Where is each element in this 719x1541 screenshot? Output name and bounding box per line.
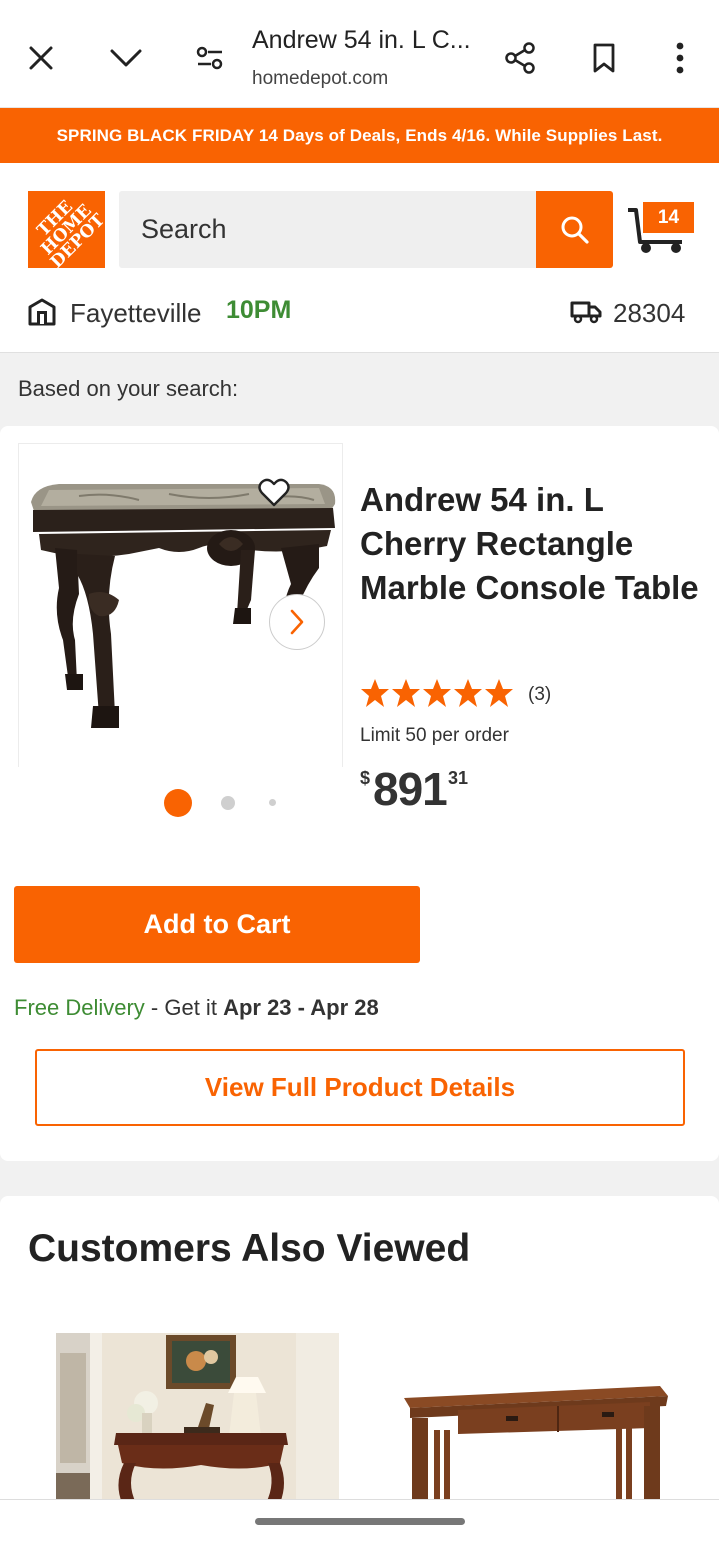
rating-stars[interactable]: [360, 678, 514, 708]
site-settings-icon[interactable]: [190, 38, 230, 78]
star-icon: [361, 679, 389, 707]
also-viewed-product-image[interactable]: [398, 1380, 670, 1503]
page-url[interactable]: homedepot.com: [252, 68, 388, 90]
price-cents: 31: [448, 768, 469, 788]
add-to-cart-button[interactable]: Add to Cart: [14, 886, 420, 963]
image-dot-active[interactable]: [164, 789, 192, 817]
product-title[interactable]: Andrew 54 in. L Cherry Rectangle Marble …: [360, 478, 700, 610]
more-icon[interactable]: [660, 38, 700, 78]
close-icon[interactable]: [21, 38, 61, 78]
order-limit: Limit 50 per order: [360, 725, 509, 746]
image-dot[interactable]: [269, 799, 276, 806]
star-icon: [485, 679, 513, 707]
delivery-truck-icon[interactable]: [570, 300, 602, 329]
chevron-right-icon: [290, 609, 304, 635]
delivery-dates: Apr 23 - Apr 28: [223, 995, 379, 1020]
favorite-heart-icon[interactable]: [258, 478, 290, 513]
star-icon: [392, 679, 420, 707]
logo-text: THE HOME DEPOT: [33, 196, 105, 268]
star-icon: [454, 679, 482, 707]
home-depot-logo[interactable]: THE HOME DEPOT: [28, 191, 105, 268]
browser-toolbar: Andrew 54 in. L C... homedepot.com: [0, 0, 719, 108]
system-nav-bar: [0, 1499, 719, 1541]
review-count[interactable]: (3): [528, 684, 551, 706]
store-icon[interactable]: [27, 298, 57, 331]
search-context-heading: Based on your search:: [18, 376, 239, 401]
search-button[interactable]: [536, 191, 613, 268]
also-viewed-heading: Customers Also Viewed: [28, 1227, 471, 1270]
also-viewed-product-image[interactable]: [56, 1333, 339, 1503]
price-currency: $: [360, 768, 371, 788]
store-info-row: Fayetteville 10PM 28304: [0, 290, 719, 334]
search-input[interactable]: Search: [119, 191, 536, 268]
promo-banner[interactable]: SPRING BLACK FRIDAY 14 Days of Deals, En…: [0, 108, 719, 163]
zip-code[interactable]: 28304: [613, 298, 685, 329]
delivery-get-it: - Get it: [144, 995, 224, 1020]
delivery-info: Free Delivery - Get it Apr 23 - Apr 28: [14, 995, 379, 1021]
free-delivery-label: Free Delivery: [14, 995, 145, 1020]
image-dot[interactable]: [221, 796, 235, 810]
chevron-down-icon[interactable]: [106, 38, 146, 78]
star-icon: [423, 679, 451, 707]
search-placeholder: Search: [141, 214, 227, 244]
bookmark-icon[interactable]: [584, 38, 624, 78]
page-title[interactable]: Andrew 54 in. L C...: [252, 26, 482, 55]
store-hours: 10PM: [226, 296, 292, 324]
price-dollars: 891: [373, 763, 448, 815]
image-next-button[interactable]: [269, 594, 325, 650]
view-full-details-button[interactable]: View Full Product Details: [35, 1049, 685, 1126]
share-icon[interactable]: [500, 38, 540, 78]
search-icon: [561, 216, 589, 244]
home-gesture-handle[interactable]: [255, 1518, 465, 1525]
cart-count-badge[interactable]: 14: [641, 200, 696, 235]
store-name[interactable]: Fayetteville: [70, 298, 202, 329]
